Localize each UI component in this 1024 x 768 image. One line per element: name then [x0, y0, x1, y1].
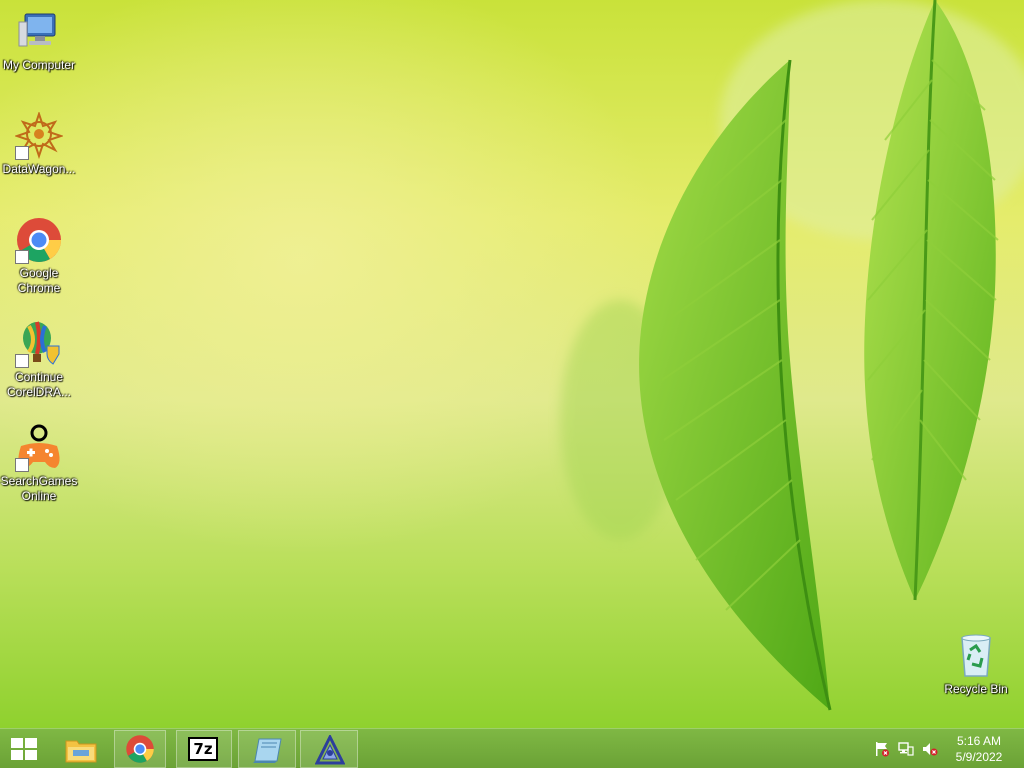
desktop-icon-label: Recycle Bin: [944, 682, 1008, 696]
taskbar-7zip[interactable]: 7z: [176, 730, 232, 768]
taskbar-notebook[interactable]: [238, 730, 296, 768]
desktop-icon-label: Google Chrome: [17, 266, 61, 295]
chrome-icon: [126, 735, 154, 763]
shortcut-arrow-icon: [15, 458, 29, 472]
7zip-icon-text: 7z: [193, 740, 213, 758]
taskbar-aptana[interactable]: [300, 730, 358, 768]
action-center-flag-icon[interactable]: [874, 741, 890, 757]
coreldraw-icon: [15, 320, 63, 368]
clock[interactable]: 5:16 AM 5/9/2022: [946, 733, 1012, 765]
recycle-bin-icon: [952, 632, 1000, 680]
aptana-icon: [315, 735, 345, 765]
desktop-icon-searchgames[interactable]: SearchGames Online: [0, 424, 78, 504]
shortcut-arrow-icon: [15, 354, 29, 368]
desktop[interactable]: My Computer DataWagon... Google Chrome C…: [0, 0, 1024, 728]
taskbar-chrome[interactable]: [114, 730, 166, 768]
volume-muted-icon[interactable]: [922, 741, 938, 757]
desktop-icon-label: DataWagon...: [2, 162, 76, 176]
shortcut-arrow-icon: [15, 250, 29, 264]
network-icon[interactable]: [898, 741, 914, 757]
desktop-icon-coreldraw[interactable]: Continue CorelDRA...: [0, 320, 78, 400]
computer-icon: [15, 8, 63, 56]
desktop-icon-label: SearchGames Online: [0, 474, 78, 503]
desktop-icon-datawagon[interactable]: DataWagon...: [0, 110, 78, 177]
gamepad-icon: [15, 424, 63, 472]
clock-time: 5:16 AM: [956, 734, 1002, 748]
start-button[interactable]: [0, 730, 48, 768]
datawagon-icon: [13, 110, 65, 160]
desktop-icon-label: Continue CorelDRA...: [6, 370, 71, 399]
taskbar-file-explorer[interactable]: [52, 730, 110, 768]
wallpaper-leaves: [560, 0, 1024, 711]
clock-date: 5/9/2022: [955, 750, 1003, 764]
notebook-icon: [253, 738, 282, 763]
desktop-icon-label: My Computer: [2, 58, 76, 72]
chrome-icon: [15, 216, 63, 264]
desktop-icon-google-chrome[interactable]: Google Chrome: [0, 216, 78, 296]
desktop-icon-my-computer[interactable]: My Computer: [0, 8, 78, 73]
file-explorer-icon: [65, 740, 97, 763]
windows-logo-icon: [11, 738, 37, 760]
7zip-icon: 7z: [188, 737, 218, 761]
taskbar: 7z 5:16 AM 5/9/2022: [0, 728, 1024, 768]
shortcut-arrow-icon: [15, 146, 29, 160]
desktop-icon-recycle-bin[interactable]: Recycle Bin: [937, 632, 1015, 697]
